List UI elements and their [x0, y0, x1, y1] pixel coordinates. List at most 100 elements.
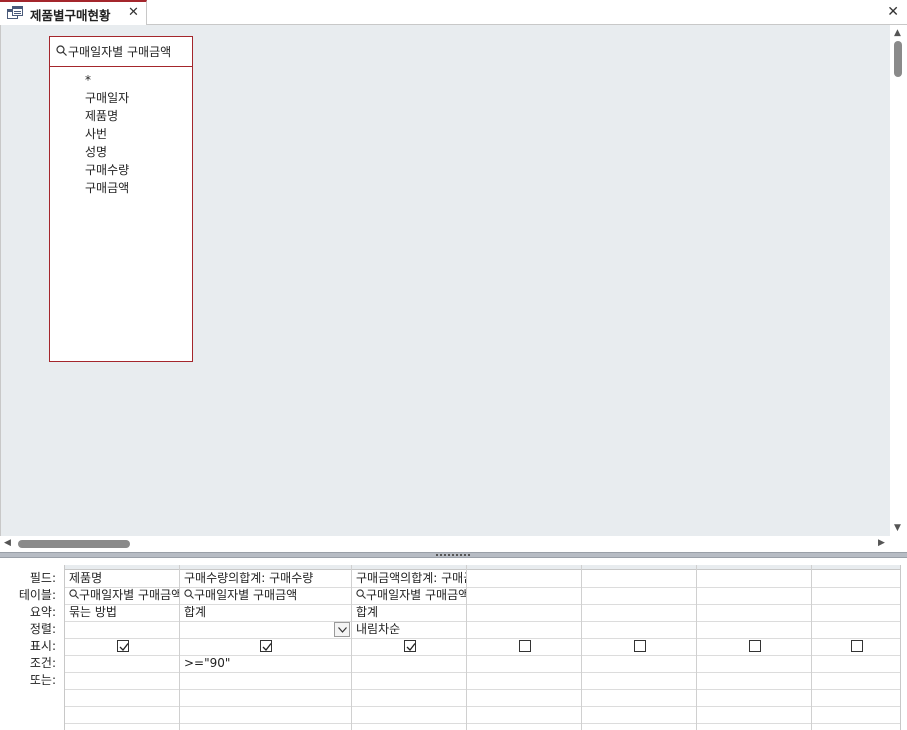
grid-cell-sort[interactable] — [180, 621, 351, 638]
grid-cell-text: 묶는 방법 — [69, 605, 117, 619]
window-close-icon[interactable]: ✕ — [887, 4, 899, 20]
grid-cell-criteria[interactable]: >="90" — [180, 655, 351, 672]
row-label-table: 테이블: — [18, 588, 56, 602]
grid-cell-total[interactable]: 묶는 방법 — [65, 604, 179, 621]
show-checkbox[interactable] — [851, 640, 863, 652]
splitter-grip-icon[interactable] — [436, 554, 470, 556]
show-checkbox[interactable] — [260, 640, 272, 652]
field-item[interactable]: 사번 — [85, 125, 129, 143]
grid-cell-table[interactable] — [697, 587, 811, 604]
grid-cell-field[interactable] — [812, 570, 900, 587]
grid-cell-field[interactable] — [467, 570, 581, 587]
grid-cell-text: 제품명 — [69, 571, 103, 585]
query-object-icon — [69, 589, 79, 602]
vertical-scrollbar[interactable]: ▲ ▼ — [890, 25, 907, 536]
grid-cell-total[interactable]: 합계 — [352, 604, 466, 621]
sort-dropdown-chevron-down-icon[interactable] — [334, 622, 350, 637]
grid-cell-or[interactable] — [812, 672, 900, 689]
grid-cell-criteria[interactable] — [697, 655, 811, 672]
grid-cell-or[interactable] — [697, 672, 811, 689]
row-label-show: 표시: — [29, 639, 56, 653]
grid-cell-text: 내림차순 — [356, 622, 401, 636]
grid-cell-field[interactable]: 구매수량의합계: 구매수량 — [180, 570, 351, 587]
grid-cell-field[interactable]: 제품명 — [65, 570, 179, 587]
grid-cell-text: 구매일자별 구매금액 — [366, 588, 466, 602]
grid-cell-criteria[interactable] — [467, 655, 581, 672]
row-label-field: 필드: — [29, 571, 56, 585]
row-label-sort: 정렬: — [29, 622, 56, 636]
grid-cell-total[interactable]: 합계 — [180, 604, 351, 621]
scroll-right-icon[interactable]: ▶ — [878, 538, 885, 548]
grid-cell-table[interactable]: 구매일자별 구매금액 — [65, 587, 179, 604]
grid-cell-total[interactable] — [697, 604, 811, 621]
table-field-list[interactable]: 구매일자별 구매금액 * 구매일자 제품명 사번 성명 구매수량 구매금액 — [49, 36, 193, 362]
grid-cell-or[interactable] — [180, 672, 351, 689]
grid-cell-sort[interactable] — [582, 621, 696, 638]
vertical-scroll-thumb[interactable] — [894, 41, 902, 77]
query-icon — [7, 6, 23, 20]
query-design-pane[interactable]: 구매일자별 구매금액 * 구매일자 제품명 사번 성명 구매수량 구매금액 — [0, 25, 907, 552]
grid-cell-field[interactable]: 구매금액의합계: 구매금액 — [352, 570, 466, 587]
field-item[interactable]: 구매금액 — [85, 179, 129, 197]
field-item[interactable]: 구매수량 — [85, 161, 129, 179]
grid-cell-field[interactable] — [697, 570, 811, 587]
scroll-left-icon[interactable]: ◀ — [4, 538, 11, 548]
grid-cell-text: 구매일자별 구매금액 — [194, 588, 298, 602]
checkmark-icon — [119, 643, 129, 651]
grid-cell-criteria[interactable] — [812, 655, 900, 672]
field-item[interactable]: * — [85, 71, 129, 89]
grid-cell-criteria[interactable] — [65, 655, 179, 672]
grid-cell-or[interactable] — [65, 672, 179, 689]
grid-cell-total[interactable] — [467, 604, 581, 621]
grid-cell-table[interactable]: 구매일자별 구매금액 — [352, 587, 466, 604]
grid-cell-text: 구매금액의합계: 구매금액 — [356, 571, 466, 585]
grid-cell-table[interactable]: 구매일자별 구매금액 — [180, 587, 351, 604]
show-checkbox[interactable] — [117, 640, 129, 652]
query-grid-pane: 필드: 테이블: 요약: 정렬: 표시: 조건: 또는: 제품명구매일자별 구매… — [0, 558, 907, 730]
horizontal-scroll-thumb[interactable] — [18, 540, 130, 548]
query-design-grid[interactable]: 제품명 구매일자별 구매금액 묶는 방법 구매수량의합계: 구매수량 구매일자별 구매금… — [64, 565, 901, 730]
horizontal-scrollbar[interactable]: ◀ ▶ — [0, 536, 907, 552]
scroll-up-icon[interactable]: ▲ — [894, 28, 901, 38]
grid-cell-total[interactable] — [812, 604, 900, 621]
grid-cell-or[interactable] — [467, 672, 581, 689]
document-tab-bar: 제품별구매현황 ✕ ✕ — [0, 0, 907, 25]
field-item[interactable]: 성명 — [85, 143, 129, 161]
grid-cell-sort[interactable] — [697, 621, 811, 638]
field-item[interactable]: 구매일자 — [85, 89, 129, 107]
show-checkbox[interactable] — [519, 640, 531, 652]
field-list: * 구매일자 제품명 사번 성명 구매수량 구매금액 — [85, 71, 129, 197]
grid-cell-text: 구매수량의합계: 구매수량 — [184, 571, 314, 585]
grid-cell-table[interactable] — [812, 587, 900, 604]
grid-cell-or[interactable] — [352, 672, 466, 689]
table-name: 구매일자별 구매금액 — [68, 45, 172, 59]
row-label-or: 또는: — [29, 673, 56, 687]
grid-cell-field[interactable] — [582, 570, 696, 587]
field-item[interactable]: 제품명 — [85, 107, 129, 125]
grid-cell-criteria[interactable] — [582, 655, 696, 672]
tab-close-icon[interactable]: ✕ — [128, 5, 139, 21]
row-label-total: 요약: — [29, 605, 56, 619]
grid-cell-or[interactable] — [582, 672, 696, 689]
tab-title: 제품별구매현황 — [30, 8, 111, 23]
checkmark-icon — [262, 643, 272, 651]
grid-cell-table[interactable] — [582, 587, 696, 604]
table-field-list-title[interactable]: 구매일자별 구매금액 — [50, 37, 192, 67]
show-checkbox[interactable] — [749, 640, 761, 652]
checkmark-icon — [406, 643, 416, 651]
grid-cell-text: 합계 — [356, 605, 379, 619]
grid-cell-sort[interactable] — [65, 621, 179, 638]
show-checkbox[interactable] — [634, 640, 646, 652]
grid-cell-sort[interactable] — [812, 621, 900, 638]
grid-cell-table[interactable] — [467, 587, 581, 604]
show-checkbox[interactable] — [404, 640, 416, 652]
grid-cell-sort[interactable]: 내림차순 — [352, 621, 466, 638]
tab-query-design[interactable]: 제품별구매현황 ✕ — [0, 0, 147, 25]
row-label-criteria: 조건: — [29, 656, 56, 670]
grid-cell-text: 합계 — [184, 605, 207, 619]
grid-cell-total[interactable] — [582, 604, 696, 621]
grid-cell-sort[interactable] — [467, 621, 581, 638]
grid-cell-criteria[interactable] — [352, 655, 466, 672]
scroll-down-icon[interactable]: ▼ — [894, 523, 901, 533]
grid-cell-text: >="90" — [184, 656, 231, 670]
